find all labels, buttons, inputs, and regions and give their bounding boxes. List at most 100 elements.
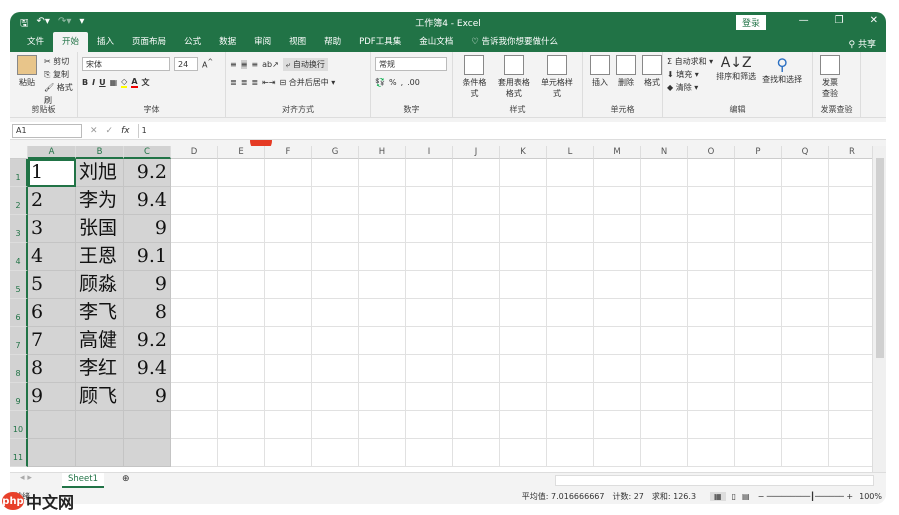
cell-d5[interactable] [171,271,218,299]
cell-c4[interactable]: 9.1 [124,243,171,271]
tab-formulas[interactable]: 公式 [175,32,210,52]
cell-l1[interactable] [547,159,594,187]
cell-e7[interactable] [218,327,265,355]
cell-n4[interactable] [641,243,688,271]
column-header-c[interactable]: C [124,146,171,159]
cell-b2[interactable]: 李为 [76,187,124,215]
align-left-icon[interactable]: ≣ [230,78,237,87]
cell-l4[interactable] [547,243,594,271]
italic-button[interactable]: I [92,78,95,87]
cell-p1[interactable] [735,159,782,187]
cell-f3[interactable] [265,215,312,243]
cell-m9[interactable] [594,383,641,411]
cell-r6[interactable] [829,299,872,327]
cell-d11[interactable] [171,439,218,467]
cell-j5[interactable] [453,271,500,299]
cell-d10[interactable] [171,411,218,439]
insert-function-button[interactable]: fx [121,126,130,136]
cell-i10[interactable] [406,411,453,439]
cell-h2[interactable] [359,187,406,215]
sheet-tab-sheet1[interactable]: Sheet1 [62,473,104,488]
border-icon[interactable]: ▦ [110,78,118,87]
column-header-n[interactable]: N [641,146,688,159]
cell-k1[interactable] [500,159,547,187]
cell-n1[interactable] [641,159,688,187]
cell-c3[interactable]: 9 [124,215,171,243]
cell-j3[interactable] [453,215,500,243]
cell-c6[interactable]: 8 [124,299,171,327]
cell-o4[interactable] [688,243,735,271]
cell-n3[interactable] [641,215,688,243]
cell-r4[interactable] [829,243,872,271]
cell-q9[interactable] [782,383,829,411]
cell-g5[interactable] [312,271,359,299]
cancel-icon[interactable]: ✕ [90,126,98,136]
comma-icon[interactable]: , [401,78,404,87]
cell-g8[interactable] [312,355,359,383]
cell-e5[interactable] [218,271,265,299]
phonetic-icon[interactable]: 文 [142,77,150,88]
decimal-icon[interactable]: .00 [407,78,420,87]
cell-g2[interactable] [312,187,359,215]
cell-j11[interactable] [453,439,500,467]
cell-f6[interactable] [265,299,312,327]
tab-pdf[interactable]: PDF工具集 [350,32,410,52]
vertical-scrollbar[interactable] [872,146,886,472]
cell-r9[interactable] [829,383,872,411]
align-middle-icon[interactable]: ≡ [240,59,248,69]
invoice-check-button[interactable]: 发票查验 [820,55,840,99]
cell-p5[interactable] [735,271,782,299]
row-header[interactable]: 7 [10,327,28,355]
cell-l3[interactable] [547,215,594,243]
cell-b5[interactable]: 顾淼 [76,271,124,299]
cell-f8[interactable] [265,355,312,383]
cell-a2[interactable]: 2 [28,187,76,215]
cell-l11[interactable] [547,439,594,467]
cell-k6[interactable] [500,299,547,327]
cell-d6[interactable] [171,299,218,327]
cell-d9[interactable] [171,383,218,411]
ribbon-display-icon[interactable]: ▭ [755,15,764,26]
merge-center-button[interactable]: ⊟ 合并后居中 ▾ [280,77,336,88]
paste-button[interactable]: 粘贴 [17,55,37,107]
align-right-icon[interactable]: ≣ [251,78,258,87]
worksheet-grid[interactable]: A B C D E F G H I J K L M N O P Q R 1 1 刘旭 9.2 2 2 李为 9.4 3 3 张国 9 4 4 王… [10,146,872,472]
column-header-r[interactable]: R [829,146,872,159]
accounting-icon[interactable]: 💱 [375,78,385,87]
cell-c9[interactable]: 9 [124,383,171,411]
cell-d7[interactable] [171,327,218,355]
cell-b7[interactable]: 高健 [76,327,124,355]
autosum-button[interactable]: Σ 自动求和 ▾ [667,55,713,68]
cell-c11[interactable] [124,439,171,467]
cell-h4[interactable] [359,243,406,271]
cell-b6[interactable]: 李飞 [76,299,124,327]
row-header[interactable]: 10 [10,411,28,439]
cell-j9[interactable] [453,383,500,411]
cell-f11[interactable] [265,439,312,467]
cell-r8[interactable] [829,355,872,383]
cell-j10[interactable] [453,411,500,439]
row-header[interactable]: 5 [10,271,28,299]
cell-k4[interactable] [500,243,547,271]
cell-c2[interactable]: 9.4 [124,187,171,215]
cell-e3[interactable] [218,215,265,243]
cell-c8[interactable]: 9.4 [124,355,171,383]
cell-o11[interactable] [688,439,735,467]
cell-q1[interactable] [782,159,829,187]
cell-f7[interactable] [265,327,312,355]
column-header-f[interactable]: F [265,146,312,159]
cell-r5[interactable] [829,271,872,299]
cell-c1[interactable]: 9.2 [124,159,171,187]
cell-r10[interactable] [829,411,872,439]
cut-button[interactable]: ✂ 剪切 [44,55,73,68]
cell-p2[interactable] [735,187,782,215]
cell-e8[interactable] [218,355,265,383]
minimize-icon[interactable]: — [799,15,809,26]
column-header-h[interactable]: H [359,146,406,159]
cell-q4[interactable] [782,243,829,271]
cell-k10[interactable] [500,411,547,439]
fill-button[interactable]: ⬇ 填充 ▾ [667,68,713,81]
underline-button[interactable]: U [99,78,106,87]
cell-d8[interactable] [171,355,218,383]
cell-j4[interactable] [453,243,500,271]
